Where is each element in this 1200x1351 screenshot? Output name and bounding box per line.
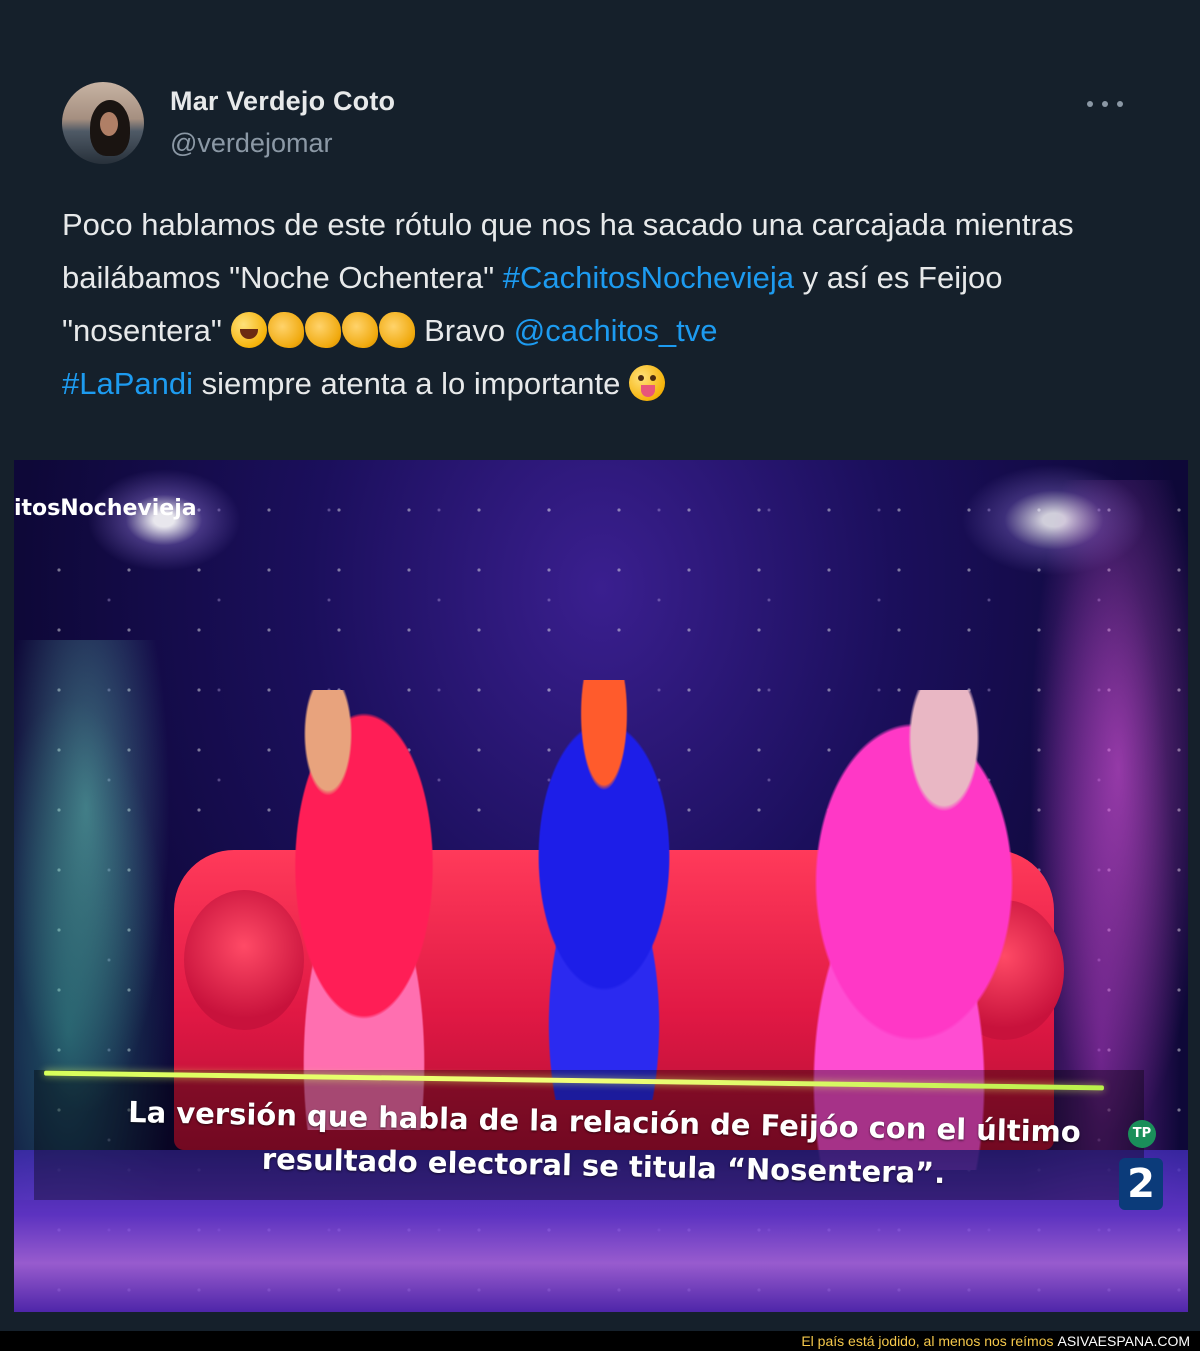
clapping-hands-emoji xyxy=(341,312,378,348)
channel-number: 2 xyxy=(1119,1158,1163,1210)
tweet-text: Poco hablamos de este rótulo que nos ha … xyxy=(62,198,1152,410)
clapping-hands-emoji xyxy=(378,312,415,348)
dot xyxy=(1087,101,1093,107)
tweet-text-part: siempre atenta a lo importante xyxy=(193,366,629,401)
author-handle[interactable]: @verdejomar xyxy=(170,128,332,159)
hashtag-link[interactable]: #CachitosNochevieja xyxy=(503,260,794,295)
rolling-on-floor-laughing-emoji xyxy=(230,312,267,348)
footer-site[interactable]: ASIVAESPANA.COM xyxy=(1057,1333,1190,1349)
channel-logo: TP 2 xyxy=(1119,1120,1165,1230)
author-name[interactable]: Mar Verdejo Coto xyxy=(170,86,395,117)
more-options-icon[interactable] xyxy=(1085,90,1125,118)
singer-center xyxy=(484,680,724,1100)
tweet-text-part: Bravo xyxy=(415,313,514,348)
tv-hashtag-overlay: itosNochevieja xyxy=(14,496,197,521)
clapping-hands-emoji xyxy=(267,312,304,348)
dot xyxy=(1102,101,1108,107)
hashtag-link[interactable]: #LaPandi xyxy=(62,366,193,401)
winking-face-tongue-emoji xyxy=(628,365,665,401)
channel-tag: TP xyxy=(1128,1120,1156,1148)
watermark-footer: El país está jodido, al menos nos reímos… xyxy=(0,1331,1200,1351)
mention-link[interactable]: @cachitos_tve xyxy=(514,313,718,348)
tweet-card: Mar Verdejo Coto @verdejomar Poco hablam… xyxy=(0,0,1200,1331)
avatar-face xyxy=(100,112,118,136)
dot xyxy=(1117,101,1123,107)
clapping-hands-emoji xyxy=(304,312,341,348)
footer-slogan: El país está jodido, al menos nos reímos xyxy=(801,1333,1054,1349)
tweet-photo[interactable]: itosNochevieja La versión que habla de l… xyxy=(14,460,1188,1312)
dancer-left xyxy=(244,690,484,1130)
avatar[interactable] xyxy=(62,82,144,164)
